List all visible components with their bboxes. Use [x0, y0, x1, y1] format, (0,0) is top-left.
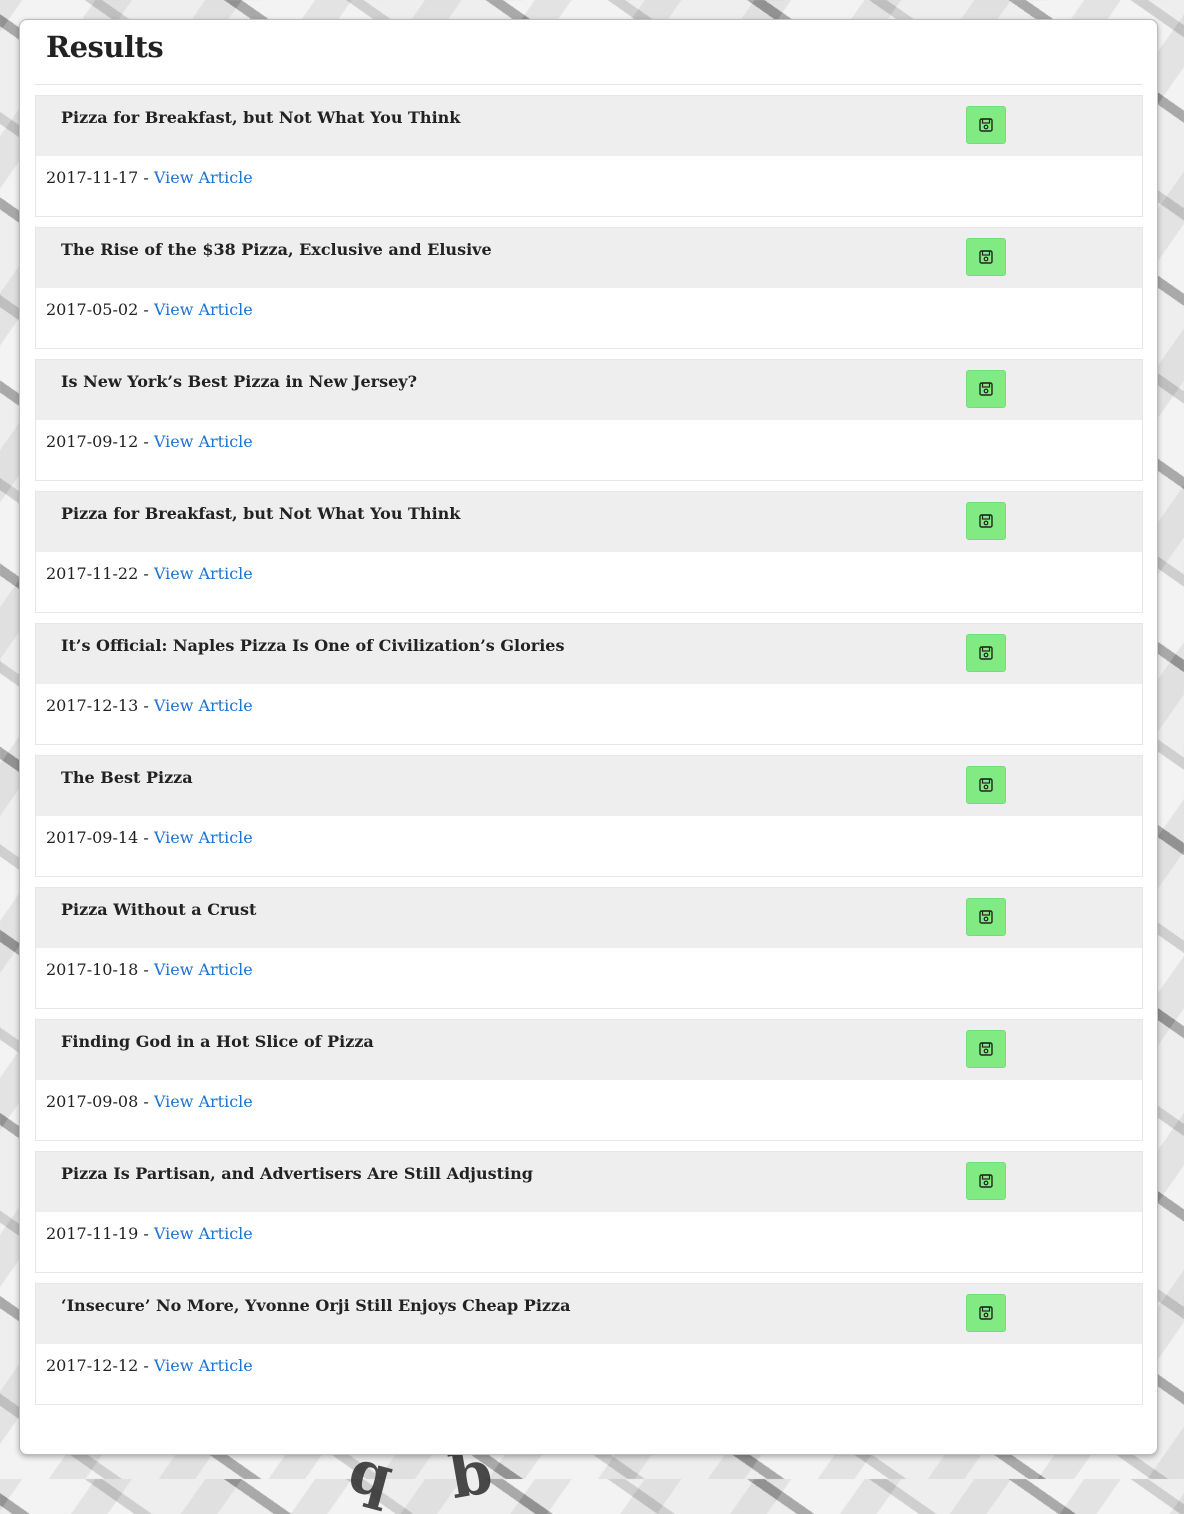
- result-card: Is New York’s Best Pizza in New Jersey? …: [35, 359, 1143, 481]
- page-title: Results: [46, 30, 164, 64]
- article-date: 2017-12-13: [46, 696, 139, 715]
- result-card: Pizza for Breakfast, but Not What You Th…: [35, 491, 1143, 613]
- result-card-body: 2017-11-22 - View Article: [36, 552, 1142, 595]
- save-article-button[interactable]: [966, 502, 1006, 540]
- results-list: Pizza for Breakfast, but Not What You Th…: [35, 95, 1143, 1415]
- view-article-link[interactable]: View Article: [154, 828, 253, 847]
- floppy-disk-icon: [979, 1042, 993, 1056]
- result-card: The Rise of the $38 Pizza, Exclusive and…: [35, 227, 1143, 349]
- article-title: Pizza Is Partisan, and Advertisers Are S…: [61, 1164, 533, 1183]
- view-article-link[interactable]: View Article: [154, 696, 253, 715]
- view-article-link[interactable]: View Article: [154, 300, 253, 319]
- divider: [35, 84, 1142, 85]
- result-card: Pizza Without a Crust 2017-10-18 - View …: [35, 887, 1143, 1009]
- article-title: ‘Insecure’ No More, Yvonne Orji Still En…: [61, 1296, 571, 1315]
- view-article-link[interactable]: View Article: [154, 1224, 253, 1243]
- article-date: 2017-05-02: [46, 300, 139, 319]
- result-card-body: 2017-12-12 - View Article: [36, 1344, 1142, 1387]
- floppy-disk-icon: [979, 250, 993, 264]
- floppy-disk-icon: [979, 118, 993, 132]
- result-card: Pizza for Breakfast, but Not What You Th…: [35, 95, 1143, 217]
- view-article-link[interactable]: View Article: [154, 1092, 253, 1111]
- article-title: Finding God in a Hot Slice of Pizza: [61, 1032, 374, 1051]
- save-article-button[interactable]: [966, 634, 1006, 672]
- result-card-body: 2017-09-08 - View Article: [36, 1080, 1142, 1123]
- article-title: It’s Official: Naples Pizza Is One of Ci…: [61, 636, 565, 655]
- date-separator: -: [138, 432, 154, 451]
- article-date: 2017-10-18: [46, 960, 139, 979]
- floppy-disk-icon: [979, 1174, 993, 1188]
- date-separator: -: [138, 1224, 154, 1243]
- date-separator: -: [138, 828, 154, 847]
- view-article-link[interactable]: View Article: [154, 168, 253, 187]
- result-card-body: 2017-12-13 - View Article: [36, 684, 1142, 727]
- result-card: Pizza Is Partisan, and Advertisers Are S…: [35, 1151, 1143, 1273]
- result-card-body: 2017-11-17 - View Article: [36, 156, 1142, 199]
- floppy-disk-icon: [979, 778, 993, 792]
- result-card-header: The Best Pizza: [36, 756, 1142, 816]
- save-article-button[interactable]: [966, 1030, 1006, 1068]
- article-date: 2017-11-22: [46, 564, 139, 583]
- view-article-link[interactable]: View Article: [154, 1356, 253, 1375]
- view-article-link[interactable]: View Article: [154, 564, 253, 583]
- floppy-disk-icon: [979, 382, 993, 396]
- result-card: It’s Official: Naples Pizza Is One of Ci…: [35, 623, 1143, 745]
- article-title: The Best Pizza: [61, 768, 193, 787]
- date-separator: -: [138, 1092, 154, 1111]
- save-article-button[interactable]: [966, 1294, 1006, 1332]
- result-card-body: 2017-09-12 - View Article: [36, 420, 1142, 463]
- result-card: Finding God in a Hot Slice of Pizza 2017…: [35, 1019, 1143, 1141]
- article-date: 2017-11-17: [46, 168, 139, 187]
- date-separator: -: [138, 168, 154, 187]
- article-date: 2017-09-08: [46, 1092, 139, 1111]
- result-card-body: 2017-11-19 - View Article: [36, 1212, 1142, 1255]
- date-separator: -: [138, 960, 154, 979]
- article-date: 2017-12-12: [46, 1356, 139, 1375]
- result-card-header: Pizza for Breakfast, but Not What You Th…: [36, 492, 1142, 552]
- result-card-body: 2017-05-02 - View Article: [36, 288, 1142, 331]
- save-article-button[interactable]: [966, 238, 1006, 276]
- result-card: The Best Pizza 2017-09-14 - View Article: [35, 755, 1143, 877]
- results-panel: Results Pizza for Breakfast, but Not Wha…: [19, 19, 1158, 1455]
- save-article-button[interactable]: [966, 1162, 1006, 1200]
- article-title: Pizza for Breakfast, but Not What You Th…: [61, 504, 461, 523]
- result-card-header: Pizza Without a Crust: [36, 888, 1142, 948]
- floppy-disk-icon: [979, 1306, 993, 1320]
- save-article-button[interactable]: [966, 898, 1006, 936]
- article-title: Pizza Without a Crust: [61, 900, 257, 919]
- result-card-header: Pizza for Breakfast, but Not What You Th…: [36, 96, 1142, 156]
- save-article-button[interactable]: [966, 370, 1006, 408]
- article-date: 2017-09-12: [46, 432, 139, 451]
- result-card-header: It’s Official: Naples Pizza Is One of Ci…: [36, 624, 1142, 684]
- date-separator: -: [138, 1356, 154, 1375]
- result-card: ‘Insecure’ No More, Yvonne Orji Still En…: [35, 1283, 1143, 1405]
- date-separator: -: [138, 564, 154, 583]
- result-card-body: 2017-09-14 - View Article: [36, 816, 1142, 859]
- save-article-button[interactable]: [966, 106, 1006, 144]
- result-card-header: ‘Insecure’ No More, Yvonne Orji Still En…: [36, 1284, 1142, 1344]
- date-separator: -: [138, 696, 154, 715]
- result-card-body: 2017-10-18 - View Article: [36, 948, 1142, 991]
- article-date: 2017-09-14: [46, 828, 139, 847]
- floppy-disk-icon: [979, 646, 993, 660]
- result-card-header: Pizza Is Partisan, and Advertisers Are S…: [36, 1152, 1142, 1212]
- date-separator: -: [138, 300, 154, 319]
- article-date: 2017-11-19: [46, 1224, 139, 1243]
- floppy-disk-icon: [979, 910, 993, 924]
- result-card-header: The Rise of the $38 Pizza, Exclusive and…: [36, 228, 1142, 288]
- article-title: Pizza for Breakfast, but Not What You Th…: [61, 108, 461, 127]
- article-title: The Rise of the $38 Pizza, Exclusive and…: [61, 240, 492, 259]
- result-card-header: Is New York’s Best Pizza in New Jersey?: [36, 360, 1142, 420]
- floppy-disk-icon: [979, 514, 993, 528]
- view-article-link[interactable]: View Article: [154, 960, 253, 979]
- save-article-button[interactable]: [966, 766, 1006, 804]
- article-title: Is New York’s Best Pizza in New Jersey?: [61, 372, 417, 391]
- result-card-header: Finding God in a Hot Slice of Pizza: [36, 1020, 1142, 1080]
- view-article-link[interactable]: View Article: [154, 432, 253, 451]
